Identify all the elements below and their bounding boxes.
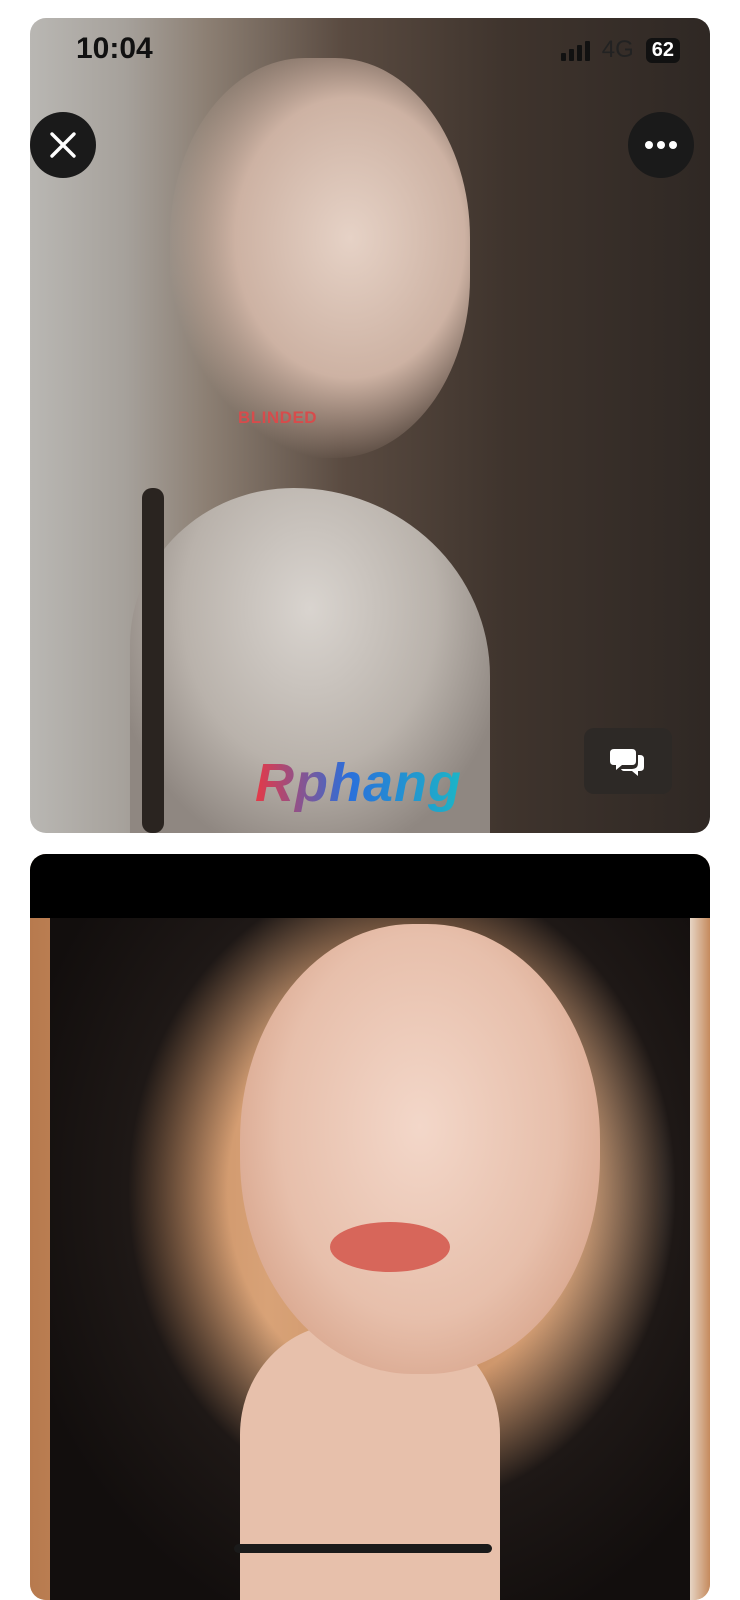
close-button[interactable]	[30, 112, 96, 178]
comment-icon	[610, 749, 644, 776]
close-icon	[50, 132, 76, 158]
photo-card-1	[30, 18, 710, 833]
status-bar: 10:04 4G 62	[30, 18, 710, 80]
photo-card-2	[30, 854, 710, 1600]
more-options-button[interactable]	[628, 112, 694, 178]
watermark: Rphang	[255, 753, 462, 813]
home-indicator[interactable]	[234, 1544, 492, 1553]
photo-2-subject	[240, 924, 600, 1374]
status-time: 10:04	[76, 32, 153, 65]
signal-icon	[560, 39, 590, 61]
photo-1-subject	[170, 58, 470, 458]
comment-button[interactable]	[584, 728, 672, 794]
photo-overlay-text: BLINDED	[238, 408, 318, 427]
more-icon	[645, 141, 677, 149]
network-type: 4G	[601, 36, 634, 63]
photo-1-strap	[142, 488, 164, 833]
battery-icon: 62	[645, 37, 680, 63]
status-indicators: 4G 62	[560, 36, 680, 64]
photo-2-letterbox	[30, 854, 710, 918]
photo-2-lips	[330, 1222, 450, 1272]
